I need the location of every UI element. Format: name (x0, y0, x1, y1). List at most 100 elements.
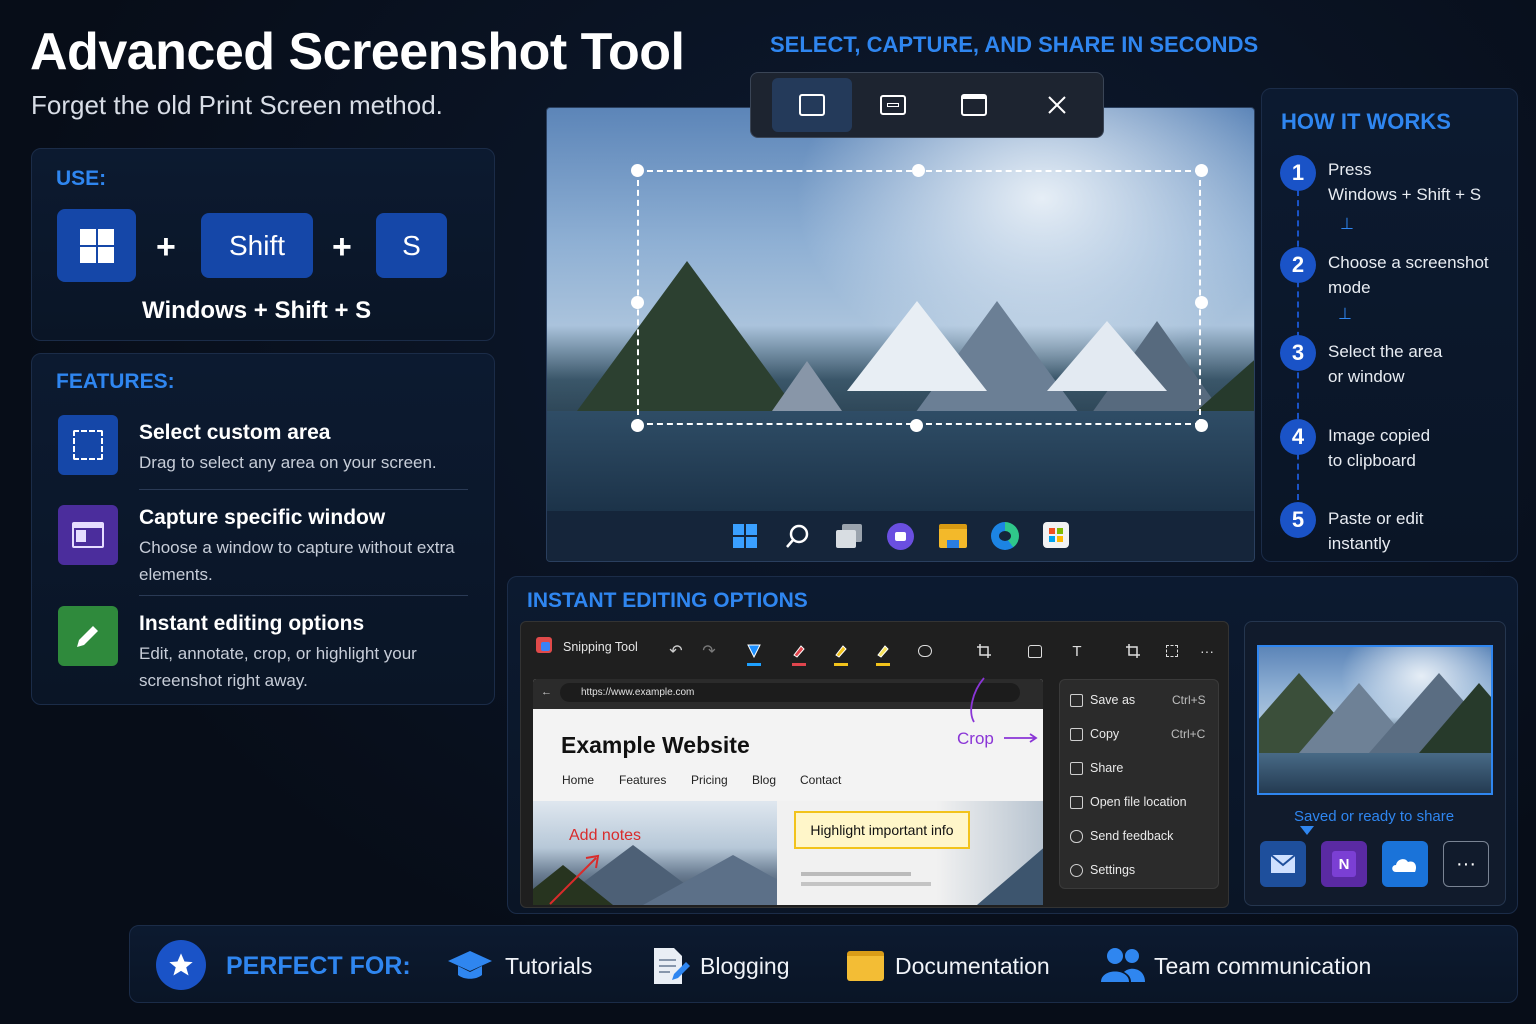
crop-icon[interactable] (1122, 640, 1144, 662)
document-pen-icon (650, 946, 690, 991)
cursor-icon: ⊥ (1338, 306, 1352, 323)
feature-desc: Drag to select any area on your screen. (139, 453, 437, 472)
menu-item-open-file-location[interactable]: Open file location (1090, 795, 1187, 809)
onenote-icon[interactable]: N (1321, 841, 1367, 887)
rectangle-mode-icon[interactable] (772, 78, 852, 132)
shapes-icon[interactable] (1024, 640, 1046, 662)
task-view-icon[interactable] (836, 524, 862, 548)
feature-desc: Choose a window to capture without extra… (139, 538, 455, 584)
context-menu (1059, 679, 1219, 889)
more-options-icon[interactable]: ··· (1196, 640, 1218, 662)
s-key: S (376, 213, 447, 278)
site-nav-link[interactable]: Pricing (691, 773, 728, 787)
step-number: 5 (1280, 502, 1316, 538)
cursor-icon: ⊥ (1340, 216, 1354, 233)
close-icon[interactable] (1030, 78, 1084, 132)
dashed-select-icon (58, 415, 118, 475)
menu-item-save-as[interactable]: Save as (1090, 693, 1135, 707)
resize-handle[interactable] (631, 164, 644, 177)
feature-desc: Edit, annotate, crop, or highlight your … (139, 644, 417, 690)
more-icon[interactable]: ··· (1443, 841, 1489, 887)
step-number: 2 (1280, 247, 1316, 283)
share-caption: Saved or ready to share (1294, 808, 1455, 825)
saved-image-thumbnail[interactable] (1257, 645, 1493, 795)
shift-key: Shift (201, 213, 313, 278)
people-icon (1100, 946, 1146, 989)
feedback-icon (1070, 830, 1083, 843)
divider (139, 595, 468, 596)
site-nav-link[interactable]: Features (619, 773, 666, 787)
how-it-works-heading: HOW IT WORKS (1281, 109, 1451, 134)
site-nav-link[interactable]: Contact (800, 773, 841, 787)
selection-rectangle[interactable] (637, 170, 1201, 425)
resize-handle[interactable] (1195, 296, 1208, 309)
plus-sign: + (332, 228, 352, 266)
shortcut-label: Ctrl+C (1171, 727, 1206, 741)
editing-heading: INSTANT EDITING OPTIONS (527, 589, 808, 612)
pen-color-indicator (792, 663, 806, 666)
search-icon[interactable] (785, 523, 811, 549)
resize-handle[interactable] (1195, 164, 1208, 177)
add-notes-annotation: Add notes (569, 827, 642, 844)
site-nav-link[interactable]: Blog (752, 773, 776, 787)
feature-title: Capture specific window (139, 506, 386, 529)
snipping-tool-app-icon (536, 637, 552, 653)
resize-icon[interactable] (1161, 640, 1183, 662)
menu-item-share[interactable]: Share (1090, 761, 1123, 775)
blurred-text (801, 872, 911, 876)
highlighter-icon[interactable] (872, 640, 894, 662)
site-nav-link[interactable]: Home (562, 773, 594, 787)
text-icon[interactable]: T (1066, 640, 1088, 662)
divider (139, 489, 468, 490)
menu-item-settings[interactable]: Settings (1090, 863, 1135, 877)
highlighter-icon[interactable] (788, 640, 810, 662)
pencil-icon (58, 606, 118, 666)
resize-handle[interactable] (631, 419, 644, 432)
window-mode-icon[interactable] (947, 78, 1001, 132)
page-subtitle: Forget the old Print Screen method. (31, 90, 443, 120)
shortcut-label: Ctrl+S (1172, 693, 1206, 707)
step-text: Press Windows + Shift + S (1328, 160, 1482, 204)
resize-handle[interactable] (1195, 419, 1208, 432)
freeform-mode-icon[interactable] (866, 78, 920, 132)
mail-icon[interactable] (1260, 841, 1306, 887)
site-title: Example Website (561, 732, 750, 758)
step-number: 4 (1280, 419, 1316, 455)
perfect-for-item: Documentation (895, 953, 1050, 979)
graduation-cap-icon (446, 949, 494, 988)
use-heading: USE: (56, 167, 107, 190)
start-icon[interactable] (733, 524, 757, 548)
features-heading: FEATURES: (56, 370, 175, 393)
ballpoint-pen-icon[interactable] (743, 640, 765, 662)
step-number: 3 (1280, 335, 1316, 371)
crop-icon[interactable] (973, 640, 995, 662)
app-name: Snipping Tool (563, 640, 638, 654)
edge-icon[interactable] (991, 522, 1019, 550)
crop-arrows (970, 677, 1038, 743)
redo-icon[interactable]: ↷ (698, 640, 720, 662)
store-icon[interactable] (1043, 522, 1069, 548)
resize-handle[interactable] (912, 164, 925, 177)
pen-color-indicator (876, 663, 890, 666)
folder-icon (847, 951, 884, 981)
share-icon (1070, 762, 1083, 775)
tagline: SELECT, CAPTURE, AND SHARE IN SECONDS (770, 32, 1259, 57)
settings-icon (1070, 864, 1083, 877)
star-icon (156, 940, 206, 990)
back-arrow-icon[interactable]: ← (541, 686, 552, 698)
menu-item-copy[interactable]: Copy (1090, 727, 1119, 741)
step-text: Image copied to clipboard (1328, 426, 1431, 470)
step-number: 1 (1280, 155, 1316, 191)
resize-handle[interactable] (910, 419, 923, 432)
menu-item-send-feedback[interactable]: Send feedback (1090, 829, 1173, 843)
highlighter-icon[interactable] (830, 640, 852, 662)
eraser-icon[interactable] (914, 640, 936, 662)
pen-color-indicator (747, 663, 761, 666)
perfect-for-item: Blogging (700, 953, 790, 979)
onedrive-icon[interactable] (1382, 841, 1428, 887)
chat-icon[interactable] (887, 523, 914, 550)
copy-icon (1070, 728, 1083, 741)
file-explorer-icon[interactable] (939, 524, 967, 548)
resize-handle[interactable] (631, 296, 644, 309)
undo-icon[interactable]: ↶ (665, 640, 687, 662)
